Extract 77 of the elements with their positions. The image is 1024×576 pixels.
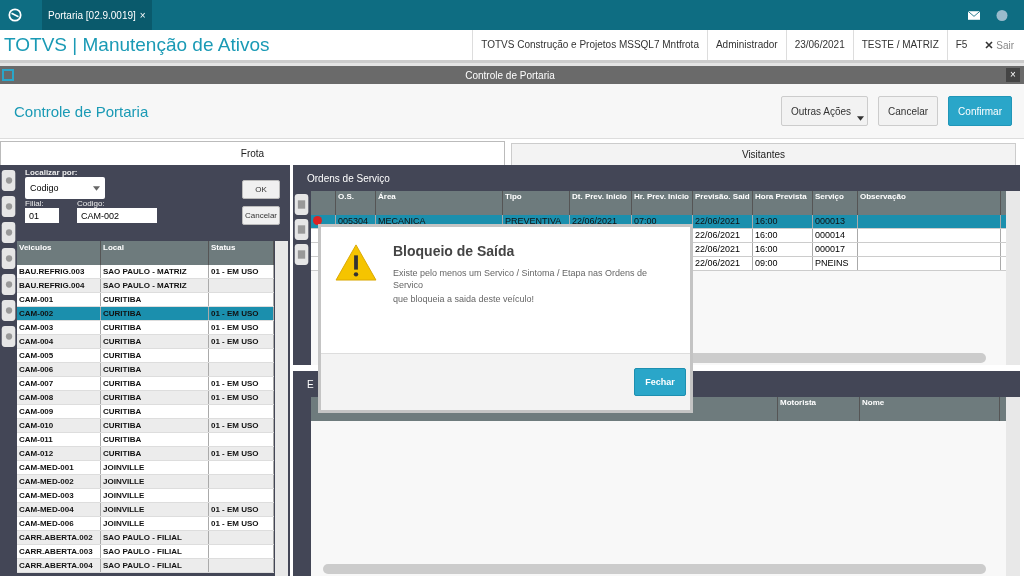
table-cell: BAU.REFRIG.003 <box>17 265 101 278</box>
table-cell: CURITIBA <box>101 391 209 404</box>
app-title: TOTVS | Manutenção de Ativos <box>4 34 270 56</box>
table-cell: CAM-004 <box>17 335 101 348</box>
table-cell: CURITIBA <box>101 363 209 376</box>
table-cell: JOINVILLE <box>101 517 209 530</box>
table-cell: CURITIBA <box>101 377 209 390</box>
table-cell: 01 - EM USO <box>209 377 274 390</box>
panel-title: E <box>307 378 314 390</box>
table-cell: JOINVILLE <box>101 489 209 502</box>
table-cell: CURITIBA <box>101 447 209 460</box>
table-cell: CARR.ABERTA.004 <box>17 559 101 572</box>
page-title: Controle de Portaria <box>14 102 149 120</box>
table-cell: CAM-MED-004 <box>17 503 101 516</box>
table-cell: SAO PAULO - FILIAL <box>101 545 209 558</box>
table-cell: 16:00 <box>753 215 813 228</box>
table-cell: CAM-009 <box>17 405 101 418</box>
table-cell: 16:00 <box>753 243 813 256</box>
dialog-message: que bloqueia a saida deste veículo! <box>393 293 536 305</box>
table-cell: JOINVILLE <box>101 475 209 488</box>
table-cell: CURITIBA <box>101 349 209 362</box>
table-cell: 01 - EM USO <box>209 517 274 530</box>
field-label: Localizar por: <box>25 168 79 177</box>
field-label: Codigo: <box>77 199 106 208</box>
table-cell: CURITIBA <box>101 335 209 348</box>
table-cell: CAM-005 <box>17 349 101 362</box>
field-label: Filial: <box>25 199 45 208</box>
table-cell: 000014 <box>813 229 858 242</box>
table-cell: PNEINS <box>813 257 858 270</box>
table-cell: CAM-MED-002 <box>17 475 101 488</box>
table-cell: CAM-008 <box>17 391 101 404</box>
table-cell: CAM-007 <box>17 377 101 390</box>
table-cell: CAM-MED-006 <box>17 517 101 530</box>
table-cell: 01 - EM USO <box>209 419 274 432</box>
header-info: TOTVS Construção e Projetos MSSQL7 Mntfrota <box>472 30 707 60</box>
table-cell: JOINVILLE <box>101 461 209 474</box>
table-cell: BAU.REFRIG.004 <box>17 279 101 292</box>
table-cell: 01 - EM USO <box>209 307 274 320</box>
dialog-title: Bloqueio de Saída <box>393 243 516 259</box>
table-cell: CAM-001 <box>17 293 101 306</box>
table-cell: 01 - EM USO <box>209 265 274 278</box>
table-cell: 01 - EM USO <box>209 503 274 516</box>
table-cell: CURITIBA <box>101 419 209 432</box>
table-cell: SAO PAULO - FILIAL <box>101 531 209 544</box>
table-cell: 000017 <box>813 243 858 256</box>
table-cell: CURITIBA <box>101 433 209 446</box>
table-cell: CAM-MED-003 <box>17 489 101 502</box>
table-cell: 01 - EM USO <box>209 321 274 334</box>
table-cell: CARR.ABERTA.003 <box>17 545 101 558</box>
panel-title: Ordens de Serviço <box>307 172 390 184</box>
table-cell: 01 - EM USO <box>209 447 274 460</box>
table-cell: CAM-003 <box>17 321 101 334</box>
table-cell: 16:00 <box>753 229 813 242</box>
window-title: Controle de Portaria <box>464 69 556 81</box>
table-cell: SAO PAULO - MATRIZ <box>101 279 209 292</box>
table-cell: CAM-011 <box>17 433 101 446</box>
table-cell: 01 - EM USO <box>209 391 274 404</box>
table-cell: CURITIBA <box>101 321 209 334</box>
table-cell: SAO PAULO - FILIAL <box>101 559 209 572</box>
table-cell: CAM-010 <box>17 419 101 432</box>
table-cell: CAM-002 <box>17 307 101 320</box>
header-info: Administrador <box>706 30 786 60</box>
header-info: F5 <box>946 30 976 60</box>
table-cell: SAO PAULO - MATRIZ <box>101 265 209 278</box>
table-cell: CARR.ABERTA.002 <box>17 531 101 544</box>
table-cell: 01 - EM USO <box>209 335 274 348</box>
header-info: 23/06/2021 <box>785 30 853 60</box>
table-cell: CAM-006 <box>17 363 101 376</box>
table-cell: CAM-MED-001 <box>17 461 101 474</box>
table-cell: 09:00 <box>753 257 813 270</box>
table-cell: CURITIBA <box>101 307 209 320</box>
header-info: TESTE / MATRIZ <box>852 30 947 60</box>
table-cell: 000013 <box>813 215 858 228</box>
table-cell: CAM-012 <box>17 447 101 460</box>
table-cell: CURITIBA <box>101 293 209 306</box>
table-cell: CURITIBA <box>101 405 209 418</box>
table-cell: JOINVILLE <box>101 503 209 516</box>
